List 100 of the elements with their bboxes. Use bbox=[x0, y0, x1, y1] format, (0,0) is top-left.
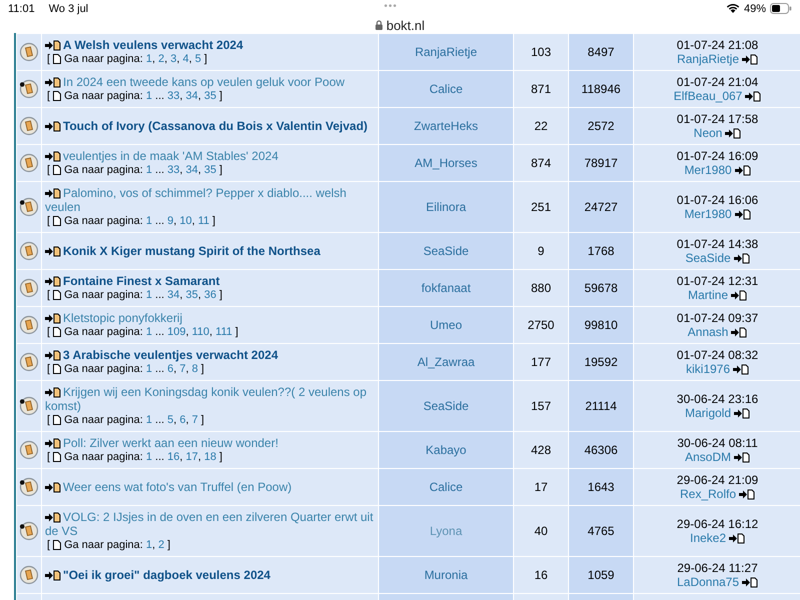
arrow-document-icon[interactable] bbox=[725, 128, 742, 138]
arrow-document-icon[interactable] bbox=[739, 488, 756, 500]
arrow-document-icon[interactable] bbox=[45, 40, 61, 51]
last-author-link[interactable]: SeaSide bbox=[685, 251, 731, 265]
page-link[interactable]: 5 bbox=[194, 53, 202, 65]
page-link[interactable]: 2 bbox=[158, 53, 164, 65]
author-link[interactable]: Al_Zawraa bbox=[417, 355, 475, 369]
page-link[interactable]: 1 bbox=[146, 414, 152, 426]
page-link[interactable]: 1 bbox=[146, 539, 152, 551]
page-link[interactable]: 18 bbox=[204, 451, 216, 463]
page-link[interactable]: 35 bbox=[204, 164, 216, 176]
author-link[interactable]: Kabayo bbox=[426, 443, 466, 457]
author-link[interactable]: Umeo bbox=[430, 318, 462, 332]
page-link[interactable]: 1 bbox=[146, 363, 152, 375]
arrow-document-icon[interactable] bbox=[731, 290, 747, 300]
more-dots[interactable]: ••• bbox=[384, 1, 398, 12]
author-link[interactable]: RanjaRietje bbox=[414, 45, 478, 59]
arrow-document-icon[interactable] bbox=[742, 576, 758, 588]
arrow-document-icon[interactable] bbox=[733, 364, 750, 374]
page-link[interactable]: 4 bbox=[182, 53, 189, 65]
page-link[interactable]: 16 bbox=[167, 451, 180, 463]
last-author-link[interactable]: LaDonna75 bbox=[676, 575, 740, 589]
page-link[interactable]: 17 bbox=[186, 451, 198, 463]
last-author-link[interactable]: Marigold bbox=[684, 406, 732, 420]
topic-title-link[interactable]: In 2024 een tweede kans op veulen geluk voor Poow bbox=[45, 75, 375, 89]
page-link[interactable]: 7 bbox=[192, 414, 198, 426]
page-link[interactable]: 34 bbox=[167, 289, 180, 301]
page-link[interactable]: 8 bbox=[192, 363, 198, 375]
last-author-link[interactable]: Mer1980 bbox=[684, 207, 732, 221]
arrow-document-icon[interactable] bbox=[45, 121, 61, 132]
arrow-document-icon[interactable] bbox=[45, 482, 61, 493]
arrow-document-icon[interactable] bbox=[742, 54, 758, 64]
author-link[interactable]: AM_Horses bbox=[414, 156, 478, 170]
topic-title-link[interactable]: Palomino, vos of schimmel? Pepper x diablo.... welsh veulen bbox=[45, 186, 375, 214]
arrow-document-icon[interactable] bbox=[45, 387, 61, 398]
arrow-document-icon[interactable] bbox=[734, 164, 751, 176]
page-link[interactable]: 11 bbox=[198, 215, 210, 227]
page-link[interactable]: 6 bbox=[180, 414, 186, 426]
topic-title-link[interactable]: veulentjes in de maak 'AM Stables' 2024 bbox=[45, 149, 375, 163]
author-link[interactable]: Calice bbox=[429, 82, 463, 96]
last-author-link[interactable]: Neon bbox=[694, 126, 722, 140]
page-link[interactable]: 109 bbox=[167, 326, 186, 338]
arrow-document-icon[interactable] bbox=[45, 188, 61, 199]
topic-title-link[interactable]: Krijgen wij een Koningsdag konik veulen??( 2 veulens op komst) bbox=[45, 385, 375, 413]
arrow-document-icon[interactable] bbox=[45, 276, 61, 287]
page-link[interactable]: 110 bbox=[192, 326, 210, 338]
page-link[interactable]: 33 bbox=[167, 164, 180, 176]
page-link[interactable]: 1 bbox=[146, 90, 152, 102]
page-link[interactable]: 1 bbox=[146, 164, 152, 176]
page-link[interactable]: 9 bbox=[167, 215, 174, 227]
author-link[interactable]: Calice bbox=[429, 480, 463, 494]
page-link[interactable]: 3 bbox=[170, 53, 177, 65]
page-link[interactable]: 1 bbox=[146, 326, 152, 338]
author-link[interactable]: Muronia bbox=[424, 568, 468, 582]
page-link[interactable]: 5 bbox=[167, 414, 174, 426]
page-link[interactable]: 1 bbox=[146, 53, 152, 65]
page-link[interactable]: 7 bbox=[180, 363, 186, 375]
last-author-link[interactable]: kiki1976 bbox=[686, 362, 730, 376]
arrow-document-icon[interactable] bbox=[45, 512, 61, 523]
author-link[interactable]: SeaSide bbox=[423, 399, 469, 413]
arrow-document-icon[interactable] bbox=[45, 438, 61, 449]
last-author-link[interactable]: Ineke2 bbox=[690, 531, 726, 545]
arrow-document-icon[interactable] bbox=[45, 246, 61, 257]
last-author-link[interactable]: Mer1980 bbox=[684, 163, 732, 177]
topic-title-link[interactable]: Poll: Zilver werkt aan een nieuw wonder! bbox=[45, 436, 375, 450]
last-author-link[interactable]: Annash bbox=[688, 325, 728, 339]
page-link[interactable]: 6 bbox=[167, 363, 174, 375]
page-link[interactable]: 1 bbox=[146, 451, 152, 463]
topic-title-link[interactable]: VOLG: 2 IJsjes in de oven en een zilveren Quarter erwt uit de VS bbox=[45, 510, 375, 538]
page-link[interactable]: 1 bbox=[146, 215, 152, 227]
arrow-document-icon[interactable] bbox=[729, 532, 746, 544]
topic-title-link[interactable]: Fontaine Finest x Samarant bbox=[45, 274, 375, 288]
page-link[interactable]: 1 bbox=[146, 289, 152, 301]
page-link[interactable]: 10 bbox=[180, 215, 192, 227]
page-link[interactable]: 35 bbox=[186, 289, 198, 301]
topic-title-link[interactable]: Kletstopic ponyfokkerij bbox=[45, 311, 375, 325]
author-link[interactable]: SeaSide bbox=[423, 244, 469, 258]
page-link[interactable]: 33 bbox=[167, 90, 180, 102]
url-text[interactable]: bokt.nl bbox=[386, 18, 425, 32]
arrow-document-icon[interactable] bbox=[734, 452, 750, 462]
arrow-document-icon[interactable] bbox=[45, 350, 61, 361]
page-link[interactable]: 111 bbox=[216, 326, 232, 338]
page-link[interactable]: 35 bbox=[204, 90, 216, 102]
last-author-link[interactable]: ElfBeau_067 bbox=[674, 89, 742, 103]
arrow-document-icon[interactable] bbox=[45, 77, 61, 88]
last-author-link[interactable]: AnsoDM bbox=[684, 450, 731, 464]
author-link[interactable]: ZwarteHeks bbox=[414, 119, 478, 133]
page-link[interactable]: 34 bbox=[186, 164, 198, 176]
last-author-link[interactable]: RanjaRietje bbox=[676, 52, 740, 66]
arrow-document-icon[interactable] bbox=[45, 570, 61, 581]
page-link[interactable]: 36 bbox=[204, 289, 216, 301]
arrow-document-icon[interactable] bbox=[734, 408, 750, 418]
page-link[interactable]: 34 bbox=[186, 90, 198, 102]
arrow-document-icon[interactable] bbox=[45, 313, 61, 324]
page-link[interactable]: 2 bbox=[158, 539, 164, 551]
arrow-document-icon[interactable] bbox=[734, 208, 751, 220]
arrow-document-icon[interactable] bbox=[734, 252, 750, 264]
author-link[interactable]: fokfanaat bbox=[421, 281, 471, 295]
arrow-document-icon[interactable] bbox=[731, 326, 748, 338]
last-author-link[interactable]: Martine bbox=[688, 288, 728, 302]
